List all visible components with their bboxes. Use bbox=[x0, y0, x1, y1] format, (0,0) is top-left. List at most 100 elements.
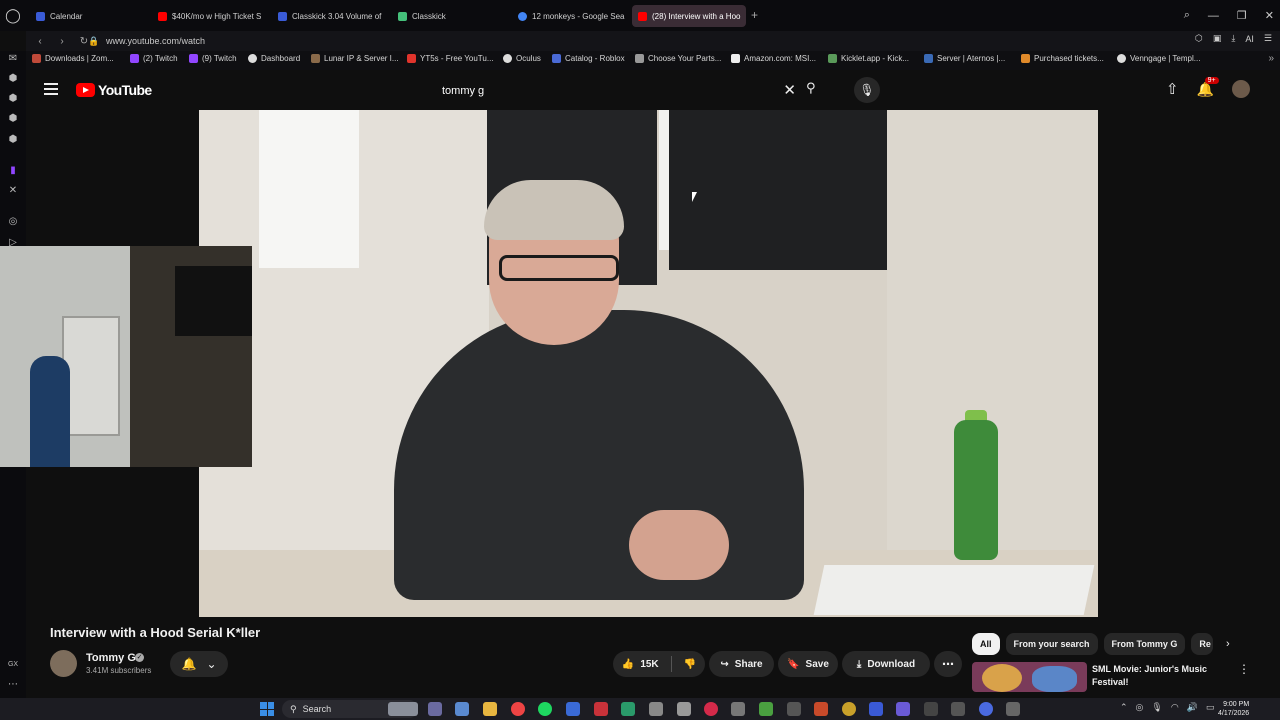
video-player[interactable] bbox=[199, 110, 1098, 617]
spotify-icon[interactable] bbox=[538, 702, 552, 716]
sidebar-app-icon[interactable]: ◎ bbox=[7, 216, 19, 228]
bookmark-aternos[interactable]: Server | Aternos |... bbox=[924, 54, 1005, 63]
bookmark-tickets[interactable]: Purchased tickets... bbox=[1021, 54, 1104, 63]
bookmark-lunar[interactable]: Lunar IP & Server I... bbox=[311, 54, 399, 63]
taskbar-app-icon[interactable] bbox=[428, 702, 442, 716]
upload-icon[interactable]: ⇧ bbox=[1166, 80, 1179, 98]
download-button[interactable]: ⤓ Download bbox=[842, 651, 930, 677]
hamburger-menu-icon[interactable] bbox=[44, 83, 58, 95]
close-icon[interactable]: ✕ bbox=[1265, 9, 1274, 22]
chip-from-your-search[interactable]: From your search bbox=[1005, 633, 1098, 655]
bookmark-downloads[interactable]: Downloads | Zom... bbox=[32, 54, 114, 63]
sidebar-app-icon[interactable]: ⬢ bbox=[7, 93, 19, 105]
taskbar-app-icon[interactable] bbox=[842, 702, 856, 716]
ai-button[interactable]: AI bbox=[1245, 34, 1254, 44]
screenshot-icon[interactable]: ▣ bbox=[1213, 33, 1222, 44]
channel-avatar[interactable] bbox=[50, 650, 77, 677]
bookmark-parts[interactable]: Choose Your Parts... bbox=[635, 54, 721, 63]
tray-overflow-icon[interactable]: ⌃ bbox=[1120, 702, 1128, 713]
bookmark-roblox[interactable]: Catalog - Roblox bbox=[552, 54, 625, 63]
recommendation-thumbnail[interactable] bbox=[972, 662, 1087, 692]
dislike-icon[interactable]: 👎 bbox=[684, 659, 696, 670]
tab-youtube-active[interactable]: (28) Interview with a Hoo bbox=[632, 5, 746, 27]
chevron-right-icon[interactable]: › bbox=[1226, 638, 1230, 650]
taskbar-app-icon[interactable] bbox=[869, 702, 883, 716]
clear-search-icon[interactable]: ✕ bbox=[783, 81, 796, 99]
windows-start-icon[interactable] bbox=[260, 702, 274, 716]
browser-logo-icon[interactable]: ◯ bbox=[0, 0, 26, 31]
subscription-bell-button[interactable]: 🔔 ⌄ bbox=[170, 651, 228, 677]
taskbar-app-icon[interactable] bbox=[814, 702, 828, 716]
taskbar-app-icon[interactable] bbox=[787, 702, 801, 716]
taskbar-app-icon[interactable] bbox=[455, 702, 469, 716]
bookmark-amazon[interactable]: Amazon.com: MSI... bbox=[731, 54, 816, 63]
volume-icon[interactable]: 🔊 bbox=[1187, 702, 1198, 713]
taskbar-app-icon[interactable] bbox=[566, 702, 580, 716]
bookmarks-overflow-icon[interactable]: » bbox=[1268, 53, 1274, 64]
taskbar-app-icon[interactable] bbox=[951, 702, 965, 716]
messenger-icon[interactable]: ✉ bbox=[7, 53, 19, 65]
chip-related[interactable]: Re bbox=[1191, 633, 1213, 655]
taskbar-app-icon[interactable] bbox=[731, 702, 745, 716]
share-button[interactable]: ↪ Share bbox=[709, 651, 774, 677]
new-tab-icon[interactable]: + bbox=[751, 8, 758, 22]
save-button[interactable]: 🔖 Save bbox=[778, 651, 838, 677]
wifi-icon[interactable]: ◠ bbox=[1171, 702, 1179, 713]
more-icon[interactable]: ⋯ bbox=[7, 679, 19, 691]
chip-from-tommy-g[interactable]: From Tommy G bbox=[1103, 633, 1186, 655]
microphone-icon[interactable]: 🎙 bbox=[854, 77, 880, 103]
extensions-icon[interactable]: ⬡ bbox=[1195, 33, 1203, 44]
bookmark-twitch-9[interactable]: (9) Twitch bbox=[189, 54, 237, 63]
chip-all[interactable]: All bbox=[972, 633, 1000, 655]
recommendation-title[interactable]: SML Movie: Junior's Music Festival! bbox=[1092, 663, 1222, 689]
restore-icon[interactable]: ❐ bbox=[1237, 9, 1247, 22]
taskbar-app-icon[interactable] bbox=[896, 702, 910, 716]
taskbar-app-icon[interactable] bbox=[677, 702, 691, 716]
bookmark-venngage[interactable]: Venngage | Templ... bbox=[1117, 54, 1200, 63]
search-icon[interactable]: ⚲ bbox=[806, 80, 824, 98]
tray-mic-icon[interactable]: 🎙 bbox=[1151, 702, 1162, 713]
tray-app-icon[interactable]: ◎ bbox=[1136, 702, 1144, 713]
notifications-bell-icon[interactable]: 🔔 9+ bbox=[1197, 76, 1219, 98]
menu-icon[interactable]: ☰ bbox=[1264, 33, 1272, 44]
search-input[interactable] bbox=[430, 85, 802, 97]
chrome-icon[interactable] bbox=[511, 702, 525, 716]
sidebar-app-icon[interactable]: ⬢ bbox=[7, 113, 19, 125]
bookmark-yt5s[interactable]: YT5s - Free YouTu... bbox=[407, 54, 494, 63]
search-tabs-icon[interactable]: ⌕ bbox=[1184, 9, 1190, 22]
back-icon[interactable]: ‹ bbox=[32, 36, 48, 47]
file-explorer-icon[interactable] bbox=[483, 702, 497, 716]
taskbar-app-icon[interactable] bbox=[1006, 702, 1020, 716]
minimize-icon[interactable]: — bbox=[1208, 10, 1219, 22]
opera-gx-icon[interactable] bbox=[594, 702, 608, 716]
tab-google-search[interactable]: 12 monkeys - Google Sea bbox=[512, 5, 630, 27]
sidebar-app-icon[interactable]: ⬢ bbox=[7, 134, 19, 146]
taskbar-app-icon[interactable] bbox=[704, 702, 718, 716]
taskbar-clock[interactable]: 9:00 PM 4/17/2026 bbox=[1218, 700, 1249, 718]
like-icon[interactable]: 👍 bbox=[622, 659, 634, 670]
account-avatar[interactable] bbox=[1232, 80, 1250, 98]
bookmark-kicklet[interactable]: Kicklet.app - Kick... bbox=[828, 54, 909, 63]
taskbar-widget-icon[interactable] bbox=[388, 702, 418, 716]
taskbar-app-icon[interactable] bbox=[649, 702, 663, 716]
like-count[interactable]: 15K bbox=[640, 659, 658, 670]
twitch-icon[interactable]: ▮ bbox=[7, 165, 19, 177]
sidebar-app-icon[interactable]: ⬢ bbox=[7, 73, 19, 85]
x-icon[interactable]: ✕ bbox=[7, 185, 19, 197]
bookmark-dashboard[interactable]: Dashboard bbox=[248, 54, 300, 63]
tab-classkick[interactable]: Classkick bbox=[392, 5, 510, 27]
youtube-logo[interactable]: YouTube bbox=[76, 82, 152, 98]
more-actions-button[interactable]: ⋯ bbox=[934, 651, 962, 677]
bookmark-twitch-2[interactable]: (2) Twitch bbox=[130, 54, 178, 63]
forward-icon[interactable]: › bbox=[54, 36, 70, 47]
tab-calendar[interactable]: Calendar bbox=[30, 5, 150, 27]
taskbar-app-icon[interactable] bbox=[621, 702, 635, 716]
bookmark-oculus[interactable]: Oculus bbox=[503, 54, 541, 63]
battery-icon[interactable]: ▭ bbox=[1206, 702, 1215, 713]
tab-classkick-volume[interactable]: Classkick 3.04 Volume of bbox=[272, 5, 390, 27]
more-vertical-icon[interactable]: ⋮ bbox=[1238, 662, 1250, 676]
minecraft-icon[interactable] bbox=[759, 702, 773, 716]
taskbar-app-icon[interactable] bbox=[979, 702, 993, 716]
tab-high-ticket[interactable]: $40K/mo w High Ticket S bbox=[152, 5, 270, 27]
downloads-icon[interactable]: ⤓ bbox=[1231, 33, 1235, 44]
